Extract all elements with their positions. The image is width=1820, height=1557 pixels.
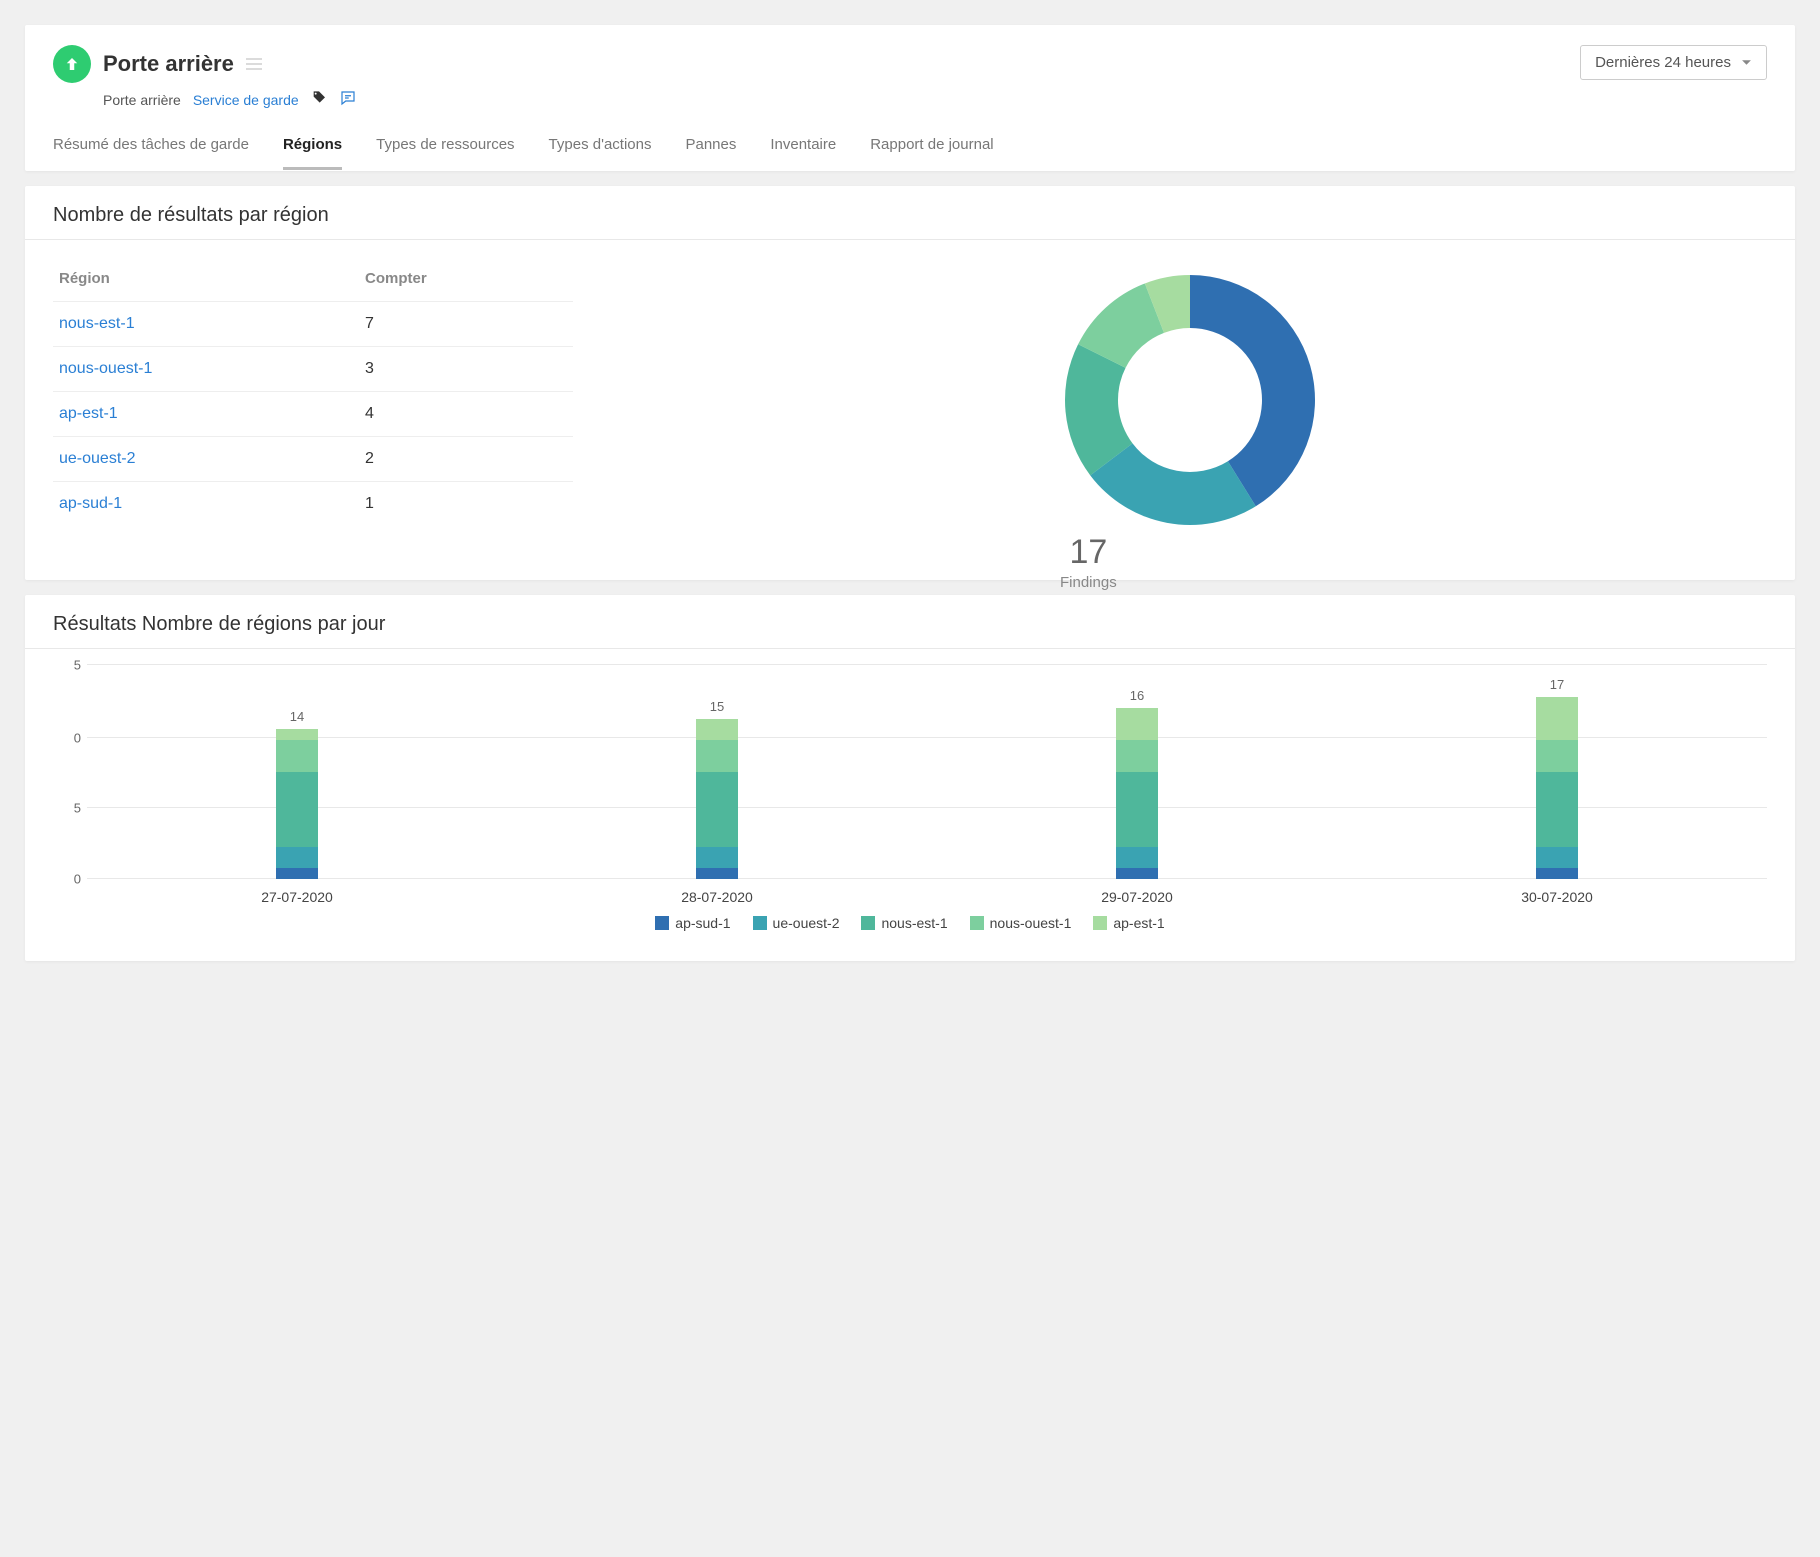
region-table: Région Compter nous-est-17nous-ouest-13a… — [53, 260, 573, 540]
tab-summary[interactable]: Résumé des tâches de garde — [53, 136, 249, 170]
col-count: Compter — [359, 260, 573, 302]
bar-segment — [1536, 847, 1578, 868]
tab-action-types[interactable]: Types d'actions — [549, 136, 652, 170]
bar-segment — [1536, 772, 1578, 847]
bar-segment — [276, 868, 318, 879]
legend-label: ap-sud-1 — [675, 915, 730, 931]
donut-total: 17 — [1060, 533, 1117, 572]
daily-results-card: Résultats Nombre de régions par jour 0 5 0… — [25, 595, 1795, 961]
region-section-title: Nombre de résultats par région — [25, 186, 1795, 240]
region-count: 3 — [359, 347, 573, 392]
bar-segment — [696, 868, 738, 879]
comment-icon[interactable] — [339, 89, 357, 110]
legend-item: ap-est-1 — [1093, 915, 1164, 931]
bar-segment — [1116, 740, 1158, 772]
chart-legend: ap-sud-1 ue-ouest-2 nous-est-1 nous-ouest-1… — [53, 915, 1767, 931]
breadcrumb-link-service[interactable]: Service de garde — [193, 92, 299, 108]
bar-segment — [276, 729, 318, 740]
legend-swatch — [861, 916, 875, 930]
tag-icon[interactable] — [311, 90, 327, 109]
y-tick: 0 — [74, 872, 81, 887]
region-link[interactable]: ap-est-1 — [59, 405, 118, 422]
bar-segment — [1536, 740, 1578, 772]
bar-segment — [1536, 868, 1578, 879]
bar-total-label: 17 — [1347, 677, 1767, 692]
bar-column: 17 — [1347, 665, 1767, 879]
legend-item: nous-ouest-1 — [970, 915, 1072, 931]
donut-label: Findings — [1060, 574, 1117, 591]
region-link[interactable]: ap-sud-1 — [59, 495, 122, 512]
x-label: 27-07-2020 — [87, 889, 507, 905]
bar-segment — [1116, 847, 1158, 868]
region-count: 4 — [359, 392, 573, 437]
stacked-bar-chart: 0505 14151617 27-07-202028-07-202029-07-… — [53, 665, 1767, 905]
time-range-label: Dernières 24 heures — [1595, 54, 1731, 71]
legend-label: ue-ouest-2 — [773, 915, 840, 931]
legend-item: ap-sud-1 — [655, 915, 730, 931]
donut-chart: 17 Findings — [613, 260, 1767, 540]
legend-label: ap-est-1 — [1113, 915, 1164, 931]
region-link[interactable]: nous-est-1 — [59, 315, 135, 332]
tab-bar: Résumé des tâches de garde Régions Types d… — [53, 136, 1767, 171]
page-header: Porte arrière Porte arrière Service de g… — [25, 25, 1795, 171]
legend-item: nous-est-1 — [861, 915, 947, 931]
table-row: nous-est-1 7 — [53, 302, 573, 347]
region-counts-card: Nombre de résultats par région Région Co… — [25, 186, 1795, 580]
region-link[interactable]: ue-ouest-2 — [59, 450, 136, 467]
tab-inventory[interactable]: Inventaire — [770, 136, 836, 170]
bar-segment — [276, 847, 318, 868]
bar-total-label: 14 — [87, 709, 507, 724]
y-tick: 5 — [74, 801, 81, 816]
y-tick: 5 — [74, 658, 81, 673]
tab-regions[interactable]: Régions — [283, 136, 342, 170]
bar-column: 16 — [927, 665, 1347, 879]
bar-segment — [1116, 772, 1158, 847]
region-count: 1 — [359, 482, 573, 527]
legend-swatch — [655, 916, 669, 930]
region-count: 7 — [359, 302, 573, 347]
table-row: ue-ouest-2 2 — [53, 437, 573, 482]
legend-swatch — [1093, 916, 1107, 930]
y-tick: 0 — [74, 730, 81, 745]
table-row: ap-est-1 4 — [53, 392, 573, 437]
bar-segment — [696, 772, 738, 847]
daily-section-title: Résultats Nombre de régions par jour — [25, 595, 1795, 649]
bar-segment — [1116, 868, 1158, 879]
page-title: Porte arrière — [103, 51, 234, 77]
bar-segment — [276, 772, 318, 847]
tab-resource-types[interactable]: Types de ressources — [376, 136, 514, 170]
bar-column: 14 — [87, 665, 507, 879]
bar-total-label: 15 — [507, 699, 927, 714]
tab-log-report[interactable]: Rapport de journal — [870, 136, 993, 170]
time-range-selector[interactable]: Dernières 24 heures — [1580, 45, 1767, 80]
legend-label: nous-est-1 — [881, 915, 947, 931]
bar-segment — [696, 719, 738, 740]
x-label: 29-07-2020 — [927, 889, 1347, 905]
status-up-icon — [53, 45, 91, 83]
bar-total-label: 16 — [927, 688, 1347, 703]
breadcrumb-current: Porte arrière — [103, 92, 181, 108]
region-count: 2 — [359, 437, 573, 482]
legend-label: nous-ouest-1 — [990, 915, 1072, 931]
bar-segment — [1536, 697, 1578, 740]
bar-segment — [276, 740, 318, 772]
menu-lines-icon — [246, 58, 262, 70]
table-row: nous-ouest-1 3 — [53, 347, 573, 392]
bar-column: 15 — [507, 665, 927, 879]
region-link[interactable]: nous-ouest-1 — [59, 360, 152, 377]
bar-segment — [696, 740, 738, 772]
x-label: 28-07-2020 — [507, 889, 927, 905]
legend-item: ue-ouest-2 — [753, 915, 840, 931]
tab-breakdowns[interactable]: Pannes — [685, 136, 736, 170]
legend-swatch — [753, 916, 767, 930]
table-row: ap-sud-1 1 — [53, 482, 573, 527]
legend-swatch — [970, 916, 984, 930]
bar-segment — [1116, 708, 1158, 740]
chevron-down-icon — [1741, 57, 1752, 68]
bar-segment — [696, 847, 738, 868]
col-region: Région — [53, 260, 359, 302]
x-label: 30-07-2020 — [1347, 889, 1767, 905]
